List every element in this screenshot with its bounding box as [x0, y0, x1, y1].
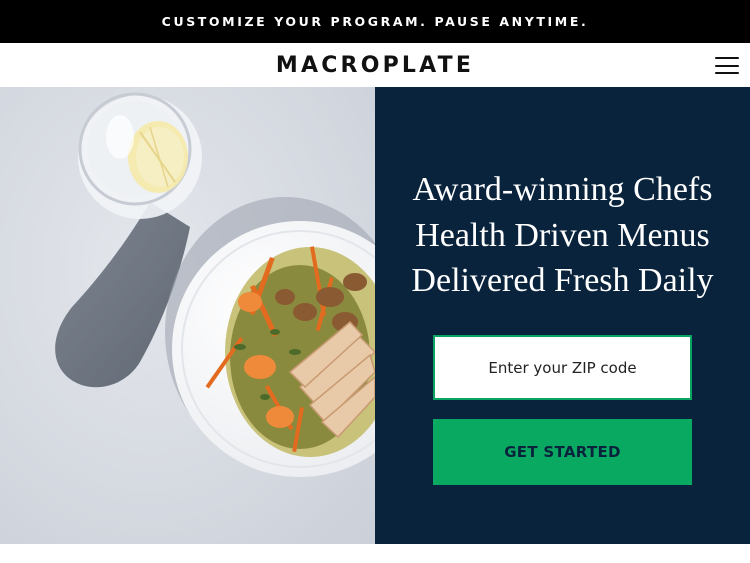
site-header: MACROPLATE — [0, 43, 750, 87]
brand-logo[interactable]: MACROPLATE — [276, 53, 474, 78]
menu-line — [715, 57, 739, 59]
headline-line-2: Health Driven Menus — [415, 216, 710, 254]
zip-code-input[interactable] — [433, 335, 692, 400]
hero-meal-photo — [0, 87, 375, 544]
hero-panel: Award-winning Chefs Health Driven Menus … — [375, 87, 750, 544]
meal-photo-illustration — [0, 87, 375, 544]
headline-line-3: Delivered Fresh Daily — [411, 262, 714, 299]
hero-headline: Award-winning Chefs Health Driven Menus … — [375, 167, 750, 304]
water-glass — [78, 92, 202, 219]
headline-line-1: Award-winning Chefs — [412, 171, 713, 208]
menu-line — [715, 72, 739, 74]
promo-banner: CUSTOMIZE YOUR PROGRAM. PAUSE ANYTIME. — [0, 0, 750, 43]
page-below-fold — [0, 544, 750, 563]
promo-text: CUSTOMIZE YOUR PROGRAM. PAUSE ANYTIME. — [161, 14, 589, 29]
menu-line — [715, 64, 739, 67]
hamburger-menu-icon[interactable] — [715, 57, 739, 74]
get-started-button[interactable]: GET STARTED — [433, 419, 692, 485]
